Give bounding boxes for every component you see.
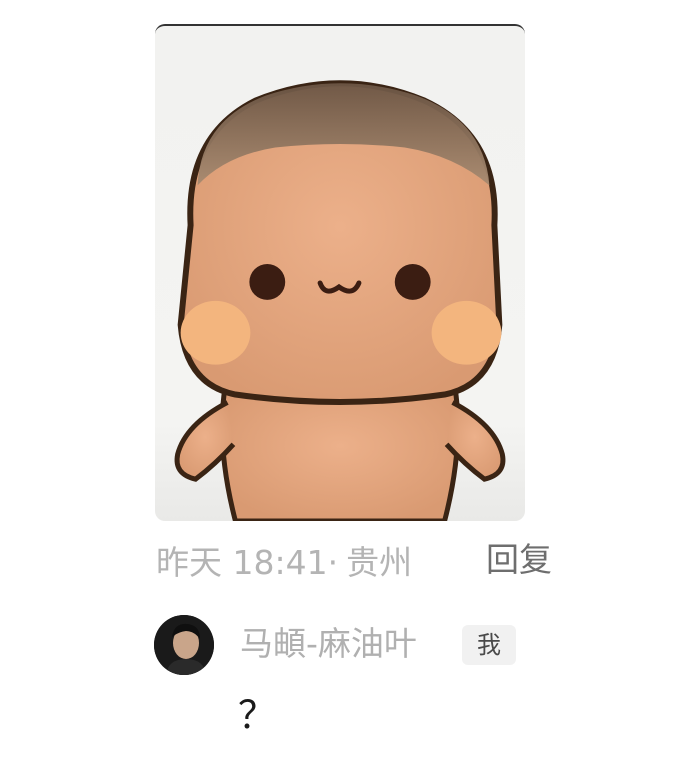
avatar[interactable]	[154, 615, 214, 675]
me-badge: 我	[462, 625, 516, 665]
comment-time: 昨天 18:41·	[156, 543, 339, 582]
reply-text: ？	[238, 693, 277, 737]
comment-meta: 昨天 18:41· 贵州	[156, 538, 412, 582]
user-avatar-icon	[154, 615, 214, 675]
comment-sticker-image[interactable]	[155, 24, 525, 521]
comment-thread: 昨天 18:41· 贵州 回复 马頔-麻油叶 我 ？	[0, 0, 686, 766]
reply-button[interactable]: 回复	[486, 538, 552, 582]
username[interactable]: 马頔-麻油叶	[240, 622, 417, 666]
comment-location: 贵州	[346, 543, 413, 582]
bean-character-icon	[174, 80, 506, 521]
